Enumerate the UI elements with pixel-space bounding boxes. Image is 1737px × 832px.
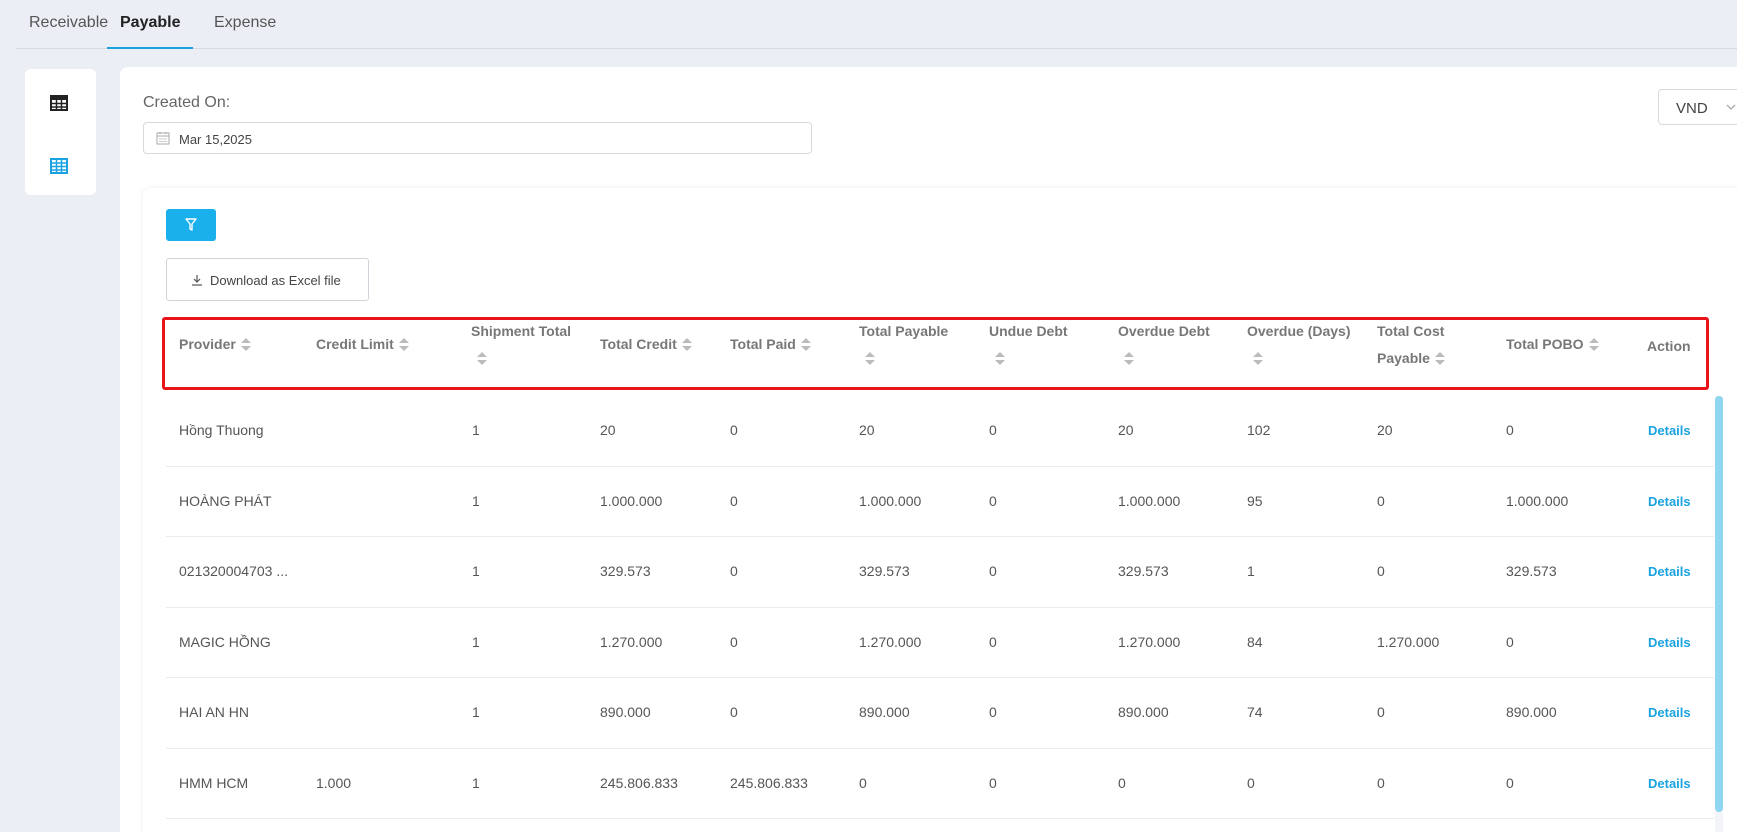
table-row: Hồng Thuong 1 20 0 20 0 20 102 20 0 Deta…	[166, 396, 1714, 467]
table-row: HOÀNG PHÁT 1 1.000.000 0 1.000.000 0 1.0…	[166, 467, 1714, 537]
cell-overdue-days: 102	[1247, 422, 1271, 438]
cell-total-payable: 20	[859, 422, 875, 438]
cell-undue-debt: 0	[989, 704, 997, 720]
details-link[interactable]: Details	[1648, 635, 1691, 650]
table-row: MAGIC HỒNG 1 1.270.000 0 1.270.000 0 1.2…	[166, 608, 1714, 678]
cell-total-credit: 1.000.000	[600, 492, 663, 509]
filter-button[interactable]	[166, 209, 216, 241]
cell-overdue-debt: 890.000	[1118, 704, 1169, 720]
grid-table-icon	[50, 158, 68, 174]
cell-shipment-total: 1	[472, 422, 480, 438]
cell-overdue-debt: 1.270.000	[1118, 633, 1181, 650]
cell-provider: HOÀNG PHÁT	[179, 492, 272, 509]
cell-total-cost-payable: 20	[1377, 422, 1393, 438]
cell-total-pobo: 329.573	[1506, 563, 1557, 579]
details-link[interactable]: Details	[1648, 705, 1691, 720]
grid-view-button[interactable]	[49, 156, 73, 180]
cell-total-pobo: 1.000.000	[1506, 492, 1569, 509]
filter-icon	[185, 218, 197, 231]
cell-provider: HMM HCM	[179, 774, 249, 791]
cell-total-payable: 1.000.000	[859, 492, 922, 509]
cell-overdue-debt: 329.573	[1118, 563, 1169, 579]
cell-total-cost-payable: 0	[1377, 704, 1385, 720]
cell-credit-limit: 1.000	[316, 774, 352, 791]
cell-provider: HAI AN HN	[179, 704, 250, 720]
cell-provider: MAGIC HỒNG	[179, 633, 271, 650]
cell-total-pobo: 0	[1506, 774, 1514, 791]
cell-total-credit: 329.573	[600, 563, 651, 579]
cell-undue-debt: 0	[989, 633, 997, 650]
cell-total-payable: 890.000	[859, 704, 910, 720]
cell-total-cost-payable: 0	[1377, 492, 1385, 509]
scrollbar-thumb[interactable]	[1715, 396, 1723, 812]
cell-overdue-debt: 0	[1118, 774, 1126, 791]
tab-bar: Receivable Payable Expense	[16, 0, 1737, 49]
cell-total-pobo: 0	[1506, 633, 1514, 650]
cell-overdue-days: 1	[1247, 563, 1255, 579]
header-highlight-box	[162, 317, 1709, 390]
view-switcher	[25, 69, 96, 195]
cell-undue-debt: 0	[989, 422, 997, 438]
details-link[interactable]: Details	[1648, 776, 1691, 791]
download-excel-label: Download as Excel file	[210, 273, 341, 288]
cell-overdue-debt: 1.000.000	[1118, 492, 1181, 509]
cell-total-credit: 245.806.833	[600, 774, 678, 791]
currency-select[interactable]: VND	[1658, 89, 1737, 125]
cell-shipment-total: 1	[472, 774, 480, 791]
cell-total-paid: 0	[730, 633, 738, 650]
cell-shipment-total: 1	[472, 563, 480, 579]
cell-total-cost-payable: 0	[1377, 774, 1385, 791]
calendar-icon	[156, 132, 170, 145]
cell-total-pobo: 890.000	[1506, 704, 1557, 720]
details-link[interactable]: Details	[1648, 423, 1691, 438]
chevron-down-icon	[1726, 104, 1736, 110]
cell-shipment-total: 1	[472, 492, 480, 509]
table-row: 021320004703 ... 1 329.573 0 329.573 0 3…	[166, 537, 1714, 608]
tab-expense[interactable]: Expense	[201, 0, 289, 49]
created-on-value: Mar 15,2025	[179, 132, 252, 147]
cell-total-payable: 0	[859, 774, 867, 791]
cell-overdue-days: 84	[1247, 633, 1263, 650]
details-link[interactable]: Details	[1648, 494, 1691, 509]
cell-total-paid: 0	[730, 704, 738, 720]
cell-shipment-total: 1	[472, 633, 480, 650]
table-view-button[interactable]	[49, 93, 73, 117]
table-body: Hồng Thuong 1 20 0 20 0 20 102 20 0 Deta…	[166, 396, 1714, 819]
cell-total-pobo: 0	[1506, 422, 1514, 438]
table-icon	[50, 95, 68, 111]
cell-overdue-days: 74	[1247, 704, 1263, 720]
tab-receivable[interactable]: Receivable	[16, 0, 121, 49]
cell-total-cost-payable: 0	[1377, 563, 1385, 579]
download-icon	[192, 275, 202, 286]
cell-overdue-days: 95	[1247, 492, 1263, 509]
cell-shipment-total: 1	[472, 704, 480, 720]
cell-total-paid: 0	[730, 422, 738, 438]
tab-payable[interactable]: Payable	[107, 0, 194, 49]
details-link[interactable]: Details	[1648, 564, 1691, 579]
created-on-label: Created On:	[143, 94, 231, 111]
cell-total-paid: 0	[730, 563, 738, 579]
cell-total-payable: 1.270.000	[859, 633, 922, 650]
cell-undue-debt: 0	[989, 774, 997, 791]
cell-undue-debt: 0	[989, 563, 997, 579]
cell-undue-debt: 0	[989, 492, 997, 509]
table-row: HMM HCM 1.000 1 245.806.833 245.806.833 …	[166, 749, 1714, 819]
cell-total-credit: 890.000	[600, 704, 651, 720]
cell-total-credit: 1.270.000	[600, 633, 663, 650]
cell-total-credit: 20	[600, 422, 616, 438]
cell-overdue-debt: 20	[1118, 422, 1134, 438]
currency-value: VND	[1676, 100, 1708, 117]
cell-provider: 021320004703 ...	[179, 563, 288, 579]
download-excel-button[interactable]: Download as Excel file	[166, 258, 369, 301]
cell-overdue-days: 0	[1247, 774, 1255, 791]
cell-provider: Hồng Thuong	[179, 422, 264, 438]
cell-total-payable: 329.573	[859, 563, 910, 579]
cell-total-paid: 0	[730, 492, 738, 509]
cell-total-cost-payable: 1.270.000	[1377, 633, 1440, 650]
created-on-date-picker[interactable]: Mar 15,2025	[143, 122, 812, 154]
cell-total-paid: 245.806.833	[730, 774, 808, 791]
table-row: HAI AN HN 1 890.000 0 890.000 0 890.000 …	[166, 678, 1714, 749]
